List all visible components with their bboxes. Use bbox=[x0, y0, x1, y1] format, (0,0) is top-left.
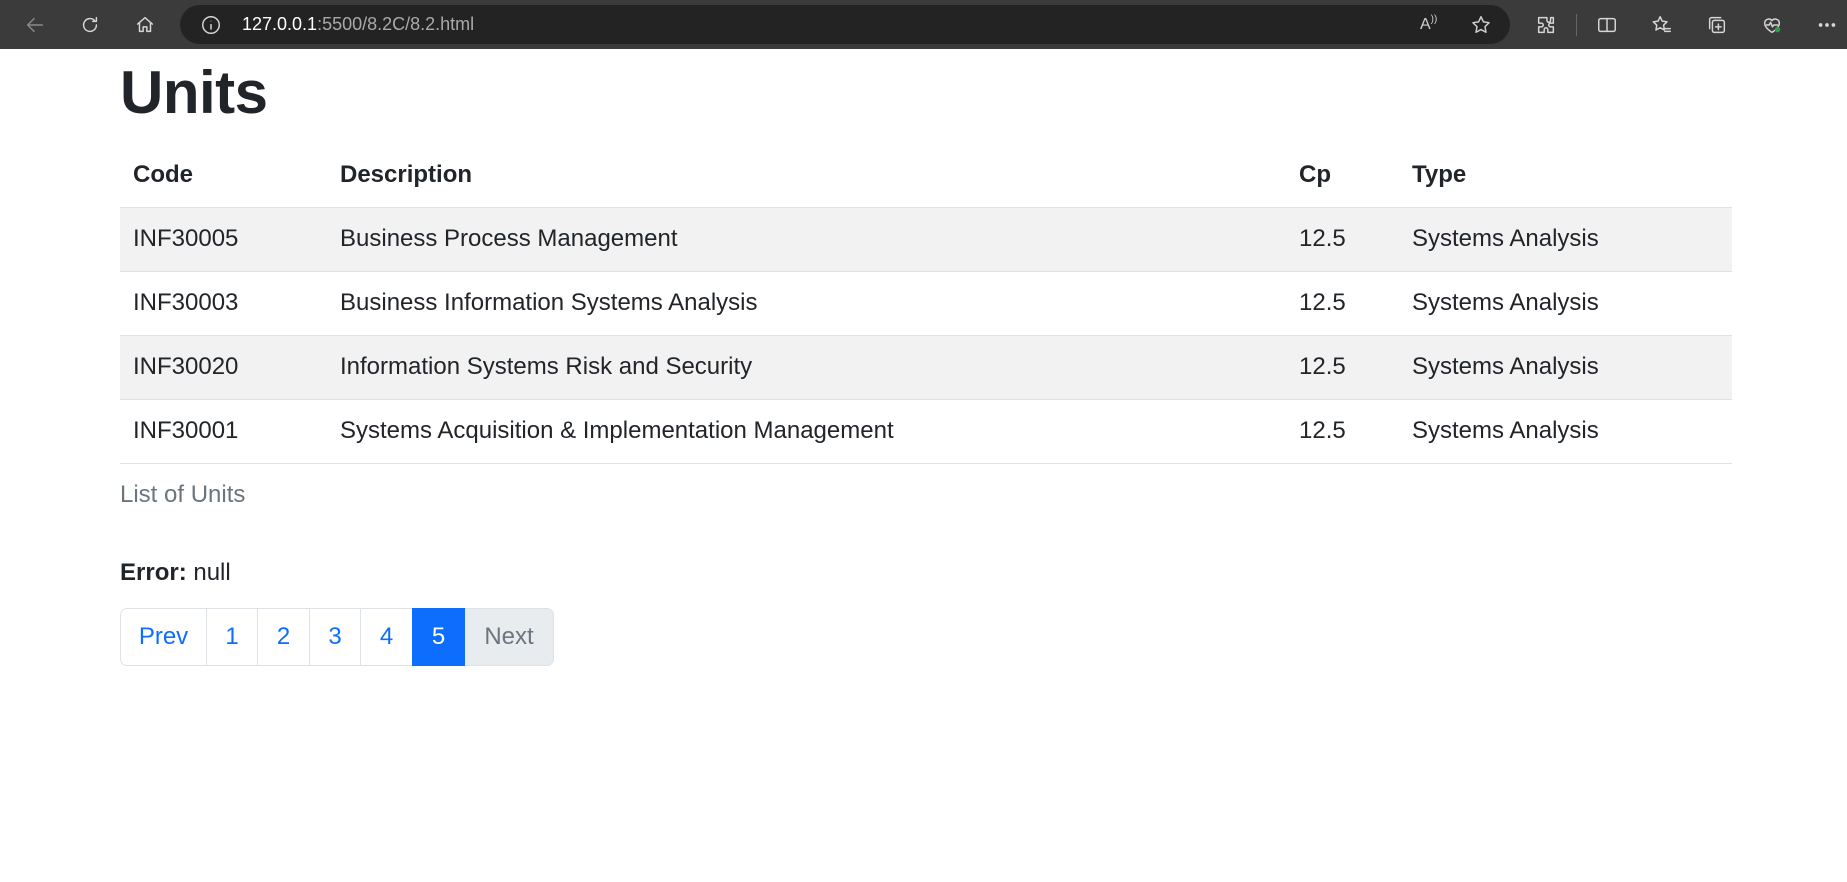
site-info-icon[interactable] bbox=[200, 14, 222, 36]
cell-code: INF30003 bbox=[120, 271, 327, 336]
read-aloud-icon[interactable]: A)) bbox=[1420, 14, 1442, 36]
table-row: INF30001 Systems Acquisition & Implement… bbox=[120, 399, 1732, 464]
split-screen-icon[interactable] bbox=[1587, 5, 1627, 45]
cell-type: Systems Analysis bbox=[1399, 335, 1732, 400]
page-1-button[interactable]: 1 bbox=[206, 607, 258, 666]
cell-cp: 12.5 bbox=[1286, 271, 1399, 336]
next-page-button[interactable]: Next bbox=[464, 607, 554, 666]
url-text[interactable]: 127.0.0.1:5500/8.2C/8.2.html bbox=[242, 5, 474, 44]
favorite-star-icon[interactable] bbox=[1470, 14, 1492, 36]
table-row: INF30003 Business Information Systems An… bbox=[120, 271, 1732, 336]
url-host: 127.0.0.1 bbox=[242, 14, 318, 34]
cell-description: Systems Acquisition & Implementation Man… bbox=[327, 399, 1286, 464]
home-icon[interactable] bbox=[125, 5, 165, 45]
header-type: Type bbox=[1399, 143, 1732, 208]
page-title: Units bbox=[120, 59, 268, 126]
units-table: Code Description Cp Type INF30005 Busine… bbox=[120, 143, 1732, 464]
table-header-row: Code Description Cp Type bbox=[120, 143, 1732, 208]
cell-cp: 12.5 bbox=[1286, 207, 1399, 272]
back-arrow-icon[interactable] bbox=[15, 5, 55, 45]
table-caption: List of Units bbox=[120, 480, 246, 508]
cell-type: Systems Analysis bbox=[1399, 399, 1732, 464]
collections-icon[interactable] bbox=[1697, 5, 1737, 45]
table-row: INF30005 Business Process Management 12.… bbox=[120, 207, 1732, 272]
page-3-button[interactable]: 3 bbox=[309, 607, 361, 666]
page-4-button[interactable]: 4 bbox=[360, 607, 413, 666]
cell-code: INF30005 bbox=[120, 207, 327, 272]
cell-cp: 12.5 bbox=[1286, 399, 1399, 464]
error-message: Error: null bbox=[120, 558, 1732, 588]
cell-type: Systems Analysis bbox=[1399, 271, 1732, 336]
cell-description: Business Process Management bbox=[327, 207, 1286, 272]
prev-page-button[interactable]: Prev bbox=[120, 607, 207, 666]
favorites-icon[interactable] bbox=[1642, 5, 1682, 45]
cell-code: INF30001 bbox=[120, 399, 327, 464]
refresh-icon[interactable] bbox=[70, 5, 110, 45]
header-code: Code bbox=[120, 143, 327, 208]
cell-cp: 12.5 bbox=[1286, 335, 1399, 400]
page-2-button[interactable]: 2 bbox=[257, 607, 310, 666]
extensions-icon[interactable] bbox=[1526, 5, 1566, 45]
cell-description: Information Systems Risk and Security bbox=[327, 335, 1286, 400]
table-row: INF30020 Information Systems Risk and Se… bbox=[120, 335, 1732, 400]
header-description: Description bbox=[327, 143, 1286, 208]
browser-toolbar: 127.0.0.1:5500/8.2C/8.2.html A)) bbox=[0, 0, 1847, 49]
pagination: Prev 1 2 3 4 5 Next bbox=[120, 607, 1732, 666]
header-cp: Cp bbox=[1286, 143, 1399, 208]
toolbar-divider bbox=[1576, 14, 1577, 36]
address-bar[interactable]: 127.0.0.1:5500/8.2C/8.2.html A)) bbox=[180, 5, 1510, 44]
page-5-button[interactable]: 5 bbox=[412, 607, 465, 666]
cell-code: INF30020 bbox=[120, 335, 327, 400]
cell-description: Business Information Systems Analysis bbox=[327, 271, 1286, 336]
browser-essentials-icon[interactable] bbox=[1752, 5, 1792, 45]
more-options-icon[interactable] bbox=[1807, 5, 1847, 45]
cell-type: Systems Analysis bbox=[1399, 207, 1732, 272]
error-value: null bbox=[193, 558, 231, 586]
error-label: Error: bbox=[120, 558, 187, 586]
url-path: :5500/8.2C/8.2.html bbox=[317, 14, 475, 34]
page-content: Units Code Description Cp Type INF30005 … bbox=[120, 49, 1732, 666]
